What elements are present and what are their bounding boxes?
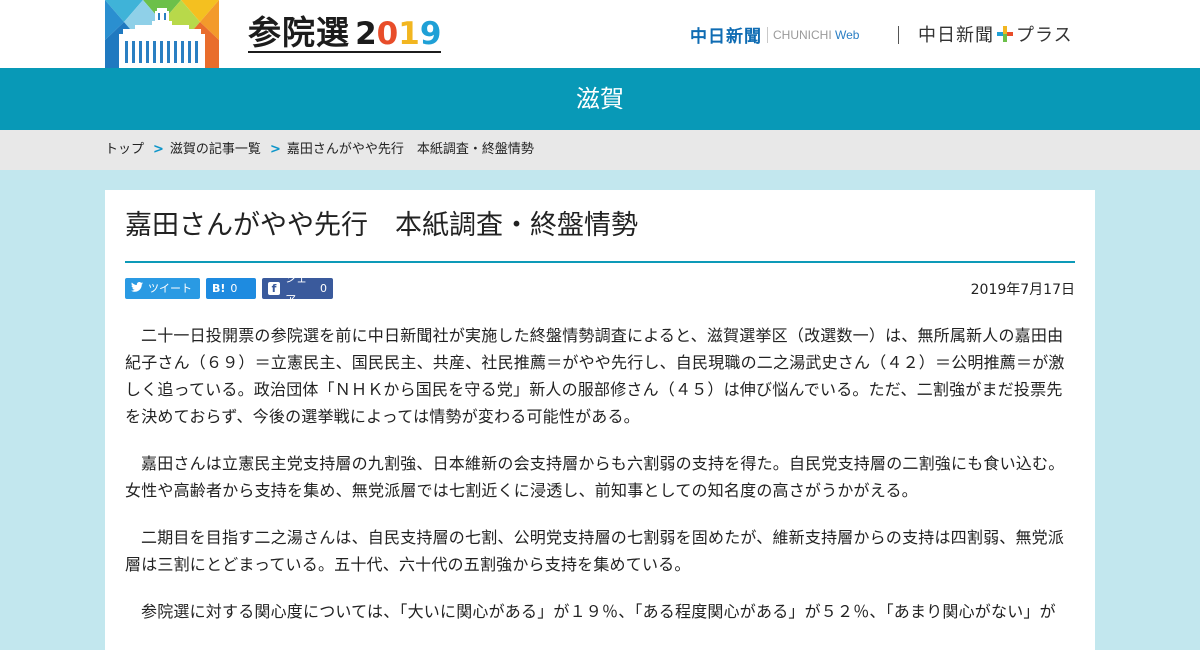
share-bar: ツイート B! 0 f シェア 0 2019年7月17日 bbox=[125, 263, 1075, 311]
article-paragraph: 嘉田さんは立憲民主党支持層の九割強、日本維新の会支持層からも六割弱の支持を得た。… bbox=[125, 454, 1065, 500]
region-title: 滋賀 bbox=[576, 85, 624, 113]
election-logo[interactable] bbox=[105, 0, 219, 68]
hatena-bookmark-icon: B! bbox=[212, 282, 226, 295]
article-card: 嘉田さんがやや先行 本紙調査・終盤情勢 ツイート B! 0 f シェア 0 20… bbox=[105, 190, 1095, 650]
title-underline bbox=[248, 51, 442, 53]
site-title[interactable]: 参院選 2019 bbox=[248, 12, 442, 56]
plus-brand-suffix: プラス bbox=[1016, 25, 1073, 46]
header-divider bbox=[898, 26, 899, 44]
article-body: 二十一日投開票の参院選を前に中日新聞社が実施した終盤情勢調査によると、滋賀選挙区… bbox=[125, 311, 1075, 625]
plus-brand-name: 中日新聞 bbox=[918, 25, 994, 46]
site-header: 参院選 2019 中日新聞 CHUNICHI Web 中日新聞 プラス bbox=[0, 0, 1200, 68]
twitter-bird-icon bbox=[131, 278, 143, 299]
breadcrumb-region-link[interactable]: 滋賀の記事一覧 bbox=[170, 142, 261, 157]
facebook-share-count: 0 bbox=[320, 282, 327, 295]
facebook-icon: f bbox=[268, 282, 281, 295]
tweet-button[interactable]: ツイート bbox=[125, 278, 200, 299]
tweet-label: ツイート bbox=[148, 282, 192, 295]
hatena-bookmark-button[interactable]: B! 0 bbox=[206, 278, 256, 299]
chunichi-brand-name: 中日新聞 bbox=[690, 27, 762, 47]
breadcrumb-separator: > bbox=[269, 142, 281, 157]
breadcrumb-current: 嘉田さんがやや先行 本紙調査・終盤情勢 bbox=[286, 142, 534, 157]
article-paragraph: 二期目を目指す二之湯さんは、自民支持層の七割、公明党支持層の七割弱を固めたが、維… bbox=[125, 528, 1065, 574]
facebook-share-label: シェア bbox=[285, 271, 308, 306]
chunichi-plus-logo[interactable]: 中日新聞 プラス bbox=[918, 21, 1073, 47]
article-paragraph: 参院選に対する関心度については、「大いに関心がある」が１９％、「ある程度関心があ… bbox=[141, 602, 1056, 621]
breadcrumb-separator: > bbox=[153, 142, 164, 157]
article-headline: 嘉田さんがやや先行 本紙調査・終盤情勢 bbox=[125, 210, 638, 241]
web-prefix: CHUNICHI bbox=[773, 27, 832, 42]
article-paragraph: 二十一日投開票の参院選を前に中日新聞社が実施した終盤情勢調査によると、滋賀選挙区… bbox=[125, 326, 1065, 426]
brand-divider bbox=[767, 26, 768, 43]
site-title-year: 2019 bbox=[355, 16, 442, 52]
breadcrumb-top-link[interactable]: トップ bbox=[105, 142, 144, 157]
breadcrumb: トップ > 滋賀の記事一覧 > 嘉田さんがやや先行 本紙調査・終盤情勢 bbox=[0, 130, 1200, 170]
facebook-share-button[interactable]: f シェア 0 bbox=[262, 272, 333, 306]
plus-icon bbox=[997, 26, 1013, 42]
web-suffix: Web bbox=[835, 27, 860, 42]
chunichi-web-logo[interactable]: 中日新聞 CHUNICHI Web bbox=[690, 22, 859, 47]
hatena-count: 0 bbox=[230, 282, 238, 295]
article-date: 2019年7月17日 bbox=[970, 282, 1075, 298]
region-band: 滋賀 bbox=[0, 68, 1200, 130]
chunichi-web-label: CHUNICHI Web bbox=[773, 28, 859, 42]
site-title-text: 参院選 bbox=[248, 13, 350, 52]
diet-building-icon bbox=[105, 0, 219, 68]
